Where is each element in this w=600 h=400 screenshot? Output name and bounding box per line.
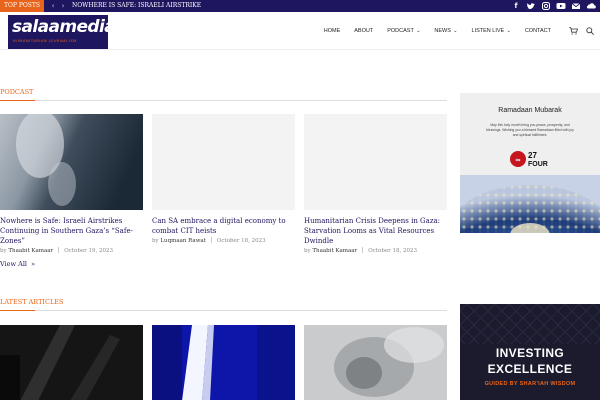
facebook-icon[interactable]: f [511, 1, 521, 11]
nav-news-label: NEWS [434, 28, 451, 34]
by-label: by [152, 238, 159, 244]
ticker-headline[interactable]: NOWHERE IS SAFE: ISRAELI AIRSTRIKE [72, 0, 201, 12]
card-date: October 18, 2023 [216, 238, 266, 244]
email-icon[interactable] [571, 1, 581, 11]
nav-about[interactable]: ABOUT [354, 28, 373, 34]
chevron-down-icon: ⌄ [414, 28, 421, 34]
nav-listen-live-label: LISTEN LIVE [471, 28, 505, 34]
view-all-link[interactable]: View All » [0, 260, 35, 268]
card-thumbnail[interactable] [0, 114, 143, 210]
ad-title: Ramadaan Mubarak [498, 107, 562, 114]
article-thumbnail[interactable] [0, 325, 143, 400]
meta-separator [362, 247, 364, 253]
ticker-prev-icon[interactable]: ‹ [48, 0, 58, 12]
card-title[interactable]: Can SA embrace a digital economy to comb… [152, 216, 295, 236]
by-label: by [304, 248, 311, 254]
site-header: salaamedia HUMANITARIAN JOURNALISM HOME … [0, 12, 600, 50]
card-title[interactable]: Humanitarian Crisis Deepens in Gaza: Sta… [304, 216, 447, 246]
view-all-label: View All [0, 260, 27, 268]
card-meta: by Thaabit Kamaar October 18, 2023 [304, 247, 417, 254]
chevron-down-icon: ⌄ [451, 28, 458, 34]
meta-separator [210, 237, 212, 243]
ad-text: May this holy month bring you peace, pro… [486, 123, 574, 137]
article-thumbnail[interactable] [304, 325, 447, 400]
site-logo[interactable]: salaamedia HUMANITARIAN JOURNALISM [8, 15, 116, 49]
section-divider [0, 310, 447, 311]
card-author[interactable]: Luqmaan Rawat [160, 238, 206, 244]
soundcloud-icon[interactable] [586, 1, 596, 11]
card-author[interactable]: Thaabit Kamaar [312, 248, 357, 254]
ticker-next-icon[interactable]: › [58, 0, 68, 12]
twitter-icon[interactable] [526, 1, 536, 11]
svg-text:∞: ∞ [516, 157, 521, 164]
article-thumbnail[interactable] [152, 325, 295, 400]
youtube-icon[interactable] [556, 1, 566, 11]
latest-articles-heading[interactable]: LATEST ARTICLES [0, 298, 63, 306]
nav-listen-live[interactable]: LISTEN LIVE ⌄ [472, 28, 511, 34]
logo-wordmark: salaamedia [12, 17, 116, 37]
card-meta: by Luqmaan Rawat October 18, 2023 [152, 237, 266, 244]
ramadaan-ad[interactable]: Ramadaan Mubarak May this holy month bri… [460, 93, 600, 233]
mosque-dome-image [460, 175, 600, 233]
nav-contact[interactable]: CONTACT [525, 28, 551, 34]
card-thumbnail[interactable] [152, 114, 295, 210]
nav-home[interactable]: HOME [324, 28, 341, 34]
card-title[interactable]: Nowhere is Safe: Israeli Airstrikes Cont… [0, 216, 143, 246]
nav-news[interactable]: NEWS ⌄ [434, 28, 457, 34]
chevron-down-icon: ⌄ [505, 28, 511, 34]
cart-icon[interactable] [569, 27, 578, 35]
meta-separator [58, 247, 60, 253]
ticker-controls: ‹ › [48, 0, 68, 12]
nav-podcast-label: PODCAST [387, 28, 414, 34]
double-chevron-right-icon: » [29, 260, 36, 268]
instagram-icon[interactable] [541, 1, 551, 11]
podcast-heading[interactable]: PODCAST [0, 88, 33, 96]
ad-headline-line1: INVESTING [495, 346, 565, 360]
card-date: October 19, 2023 [64, 248, 113, 254]
main-nav: HOME ABOUT PODCAST ⌄ NEWS ⌄ LISTEN LIVE … [324, 12, 551, 50]
ad-headline-line2: EXCELLENCE [487, 362, 573, 376]
brand-number: 27 [528, 151, 537, 160]
brand-word: FOUR [528, 161, 548, 168]
card-thumbnail[interactable] [304, 114, 447, 210]
top-bar: TOP POSTS ‹ › NOWHERE IS SAFE: ISRAELI AI… [0, 0, 600, 12]
section-divider [0, 100, 447, 101]
social-links: f [511, 1, 596, 11]
ad-subline: GUIDED BY SHAR’IAH WISDOM [484, 381, 576, 387]
logo-tagline: HUMANITARIAN JOURNALISM [13, 39, 77, 43]
top-posts-label: TOP POSTS [0, 0, 44, 12]
twenty-seven-four-logo: ∞ 27 FOUR [510, 151, 548, 168]
search-icon[interactable] [586, 27, 594, 35]
card-date: October 18, 2023 [368, 248, 417, 254]
card-meta: by Thaabit Kamaar October 19, 2023 [0, 247, 113, 254]
card-author[interactable]: Thaabit Kamaar [8, 248, 53, 254]
by-label: by [0, 248, 7, 254]
nav-podcast[interactable]: PODCAST ⌄ [387, 28, 420, 34]
investing-excellence-ad[interactable]: INVESTING EXCELLENCE GUIDED BY SHAR’IAH … [460, 304, 600, 400]
